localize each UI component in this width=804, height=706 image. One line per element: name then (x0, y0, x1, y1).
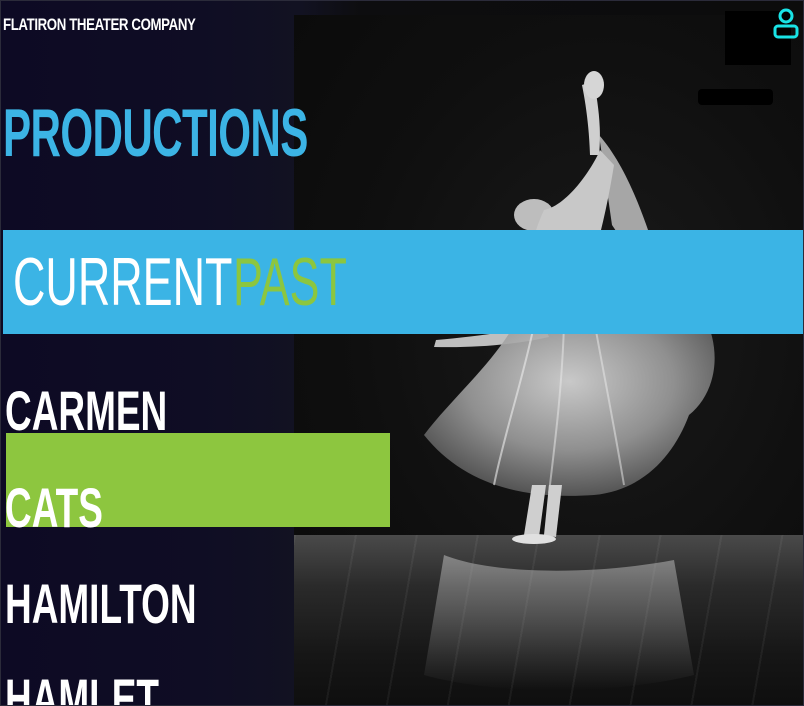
production-tabs: CURRENT PAST (3, 230, 803, 334)
production-item-hamlet[interactable]: HAMLET (5, 669, 159, 706)
app-frame: FLATIRON THEATER COMPANY PRODUCTIONS CUR… (0, 0, 804, 706)
production-item-carmen[interactable]: CARMEN (5, 381, 167, 441)
tab-past[interactable]: PAST (233, 244, 347, 320)
dancer-silhouette (424, 71, 715, 690)
brand-name[interactable]: FLATIRON THEATER COMPANY (3, 15, 196, 35)
tab-current[interactable]: CURRENT (13, 244, 232, 320)
hero-dancer-image (294, 15, 803, 705)
nav-pill[interactable] (698, 89, 773, 105)
production-item-cats[interactable]: CATS (5, 478, 103, 538)
page-title: PRODUCTIONS (3, 95, 308, 171)
production-item-hamilton[interactable]: HAMILTON (5, 574, 197, 634)
user-icon[interactable] (771, 7, 801, 39)
